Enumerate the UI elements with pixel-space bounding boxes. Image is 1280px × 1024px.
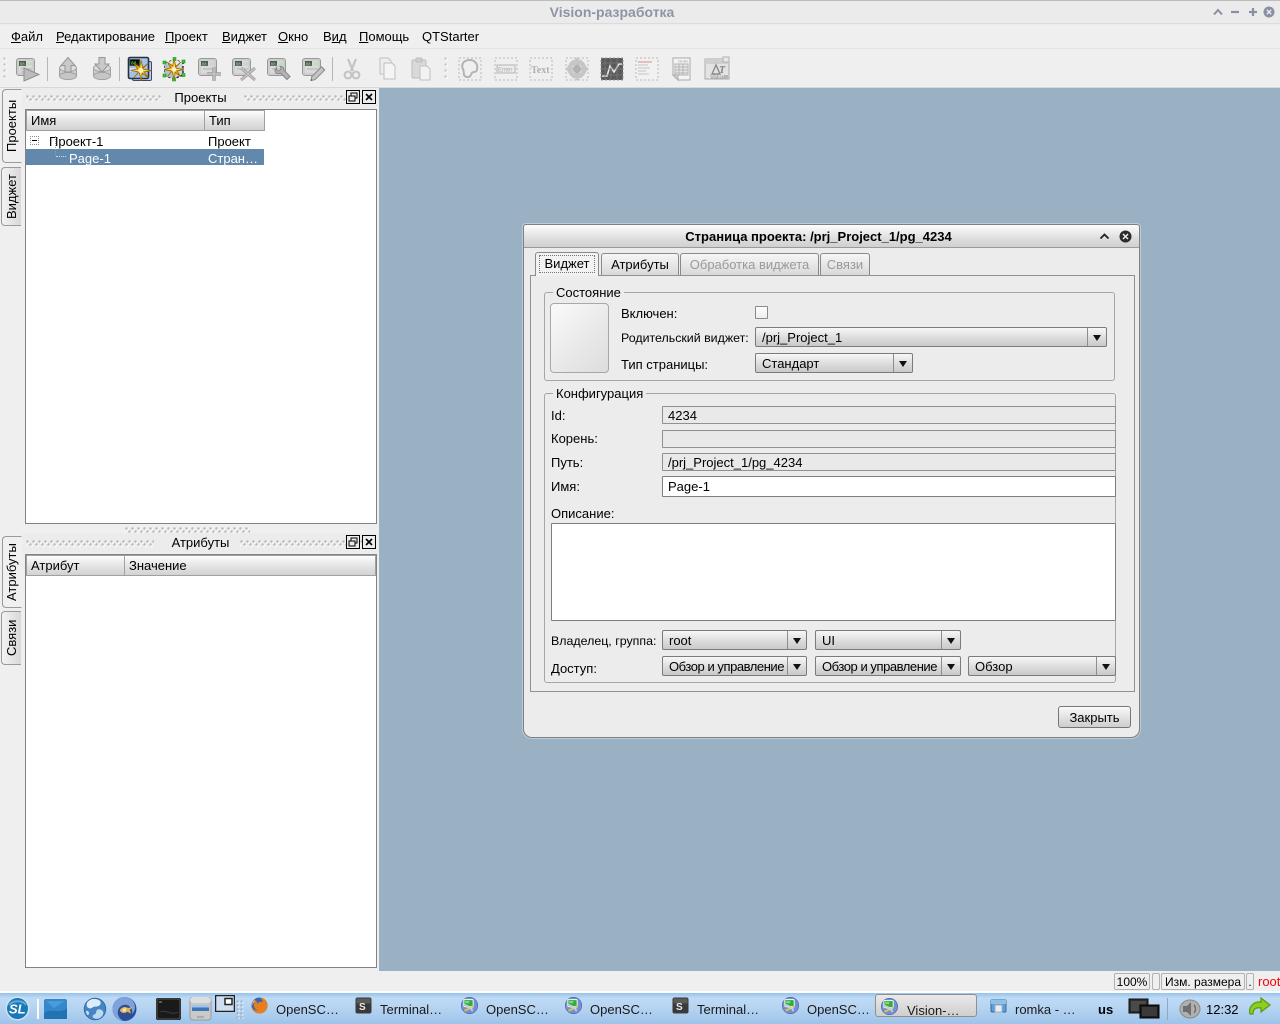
svg-text:Value: Value xyxy=(710,75,726,81)
svg-text:Enter: Enter xyxy=(498,68,512,74)
svg-text:88.90: 88.90 xyxy=(202,63,215,67)
svg-text:88.90: 88.90 xyxy=(236,63,249,67)
svg-text:Order: Order xyxy=(678,59,689,64)
svg-text:S: S xyxy=(676,1002,683,1013)
svg-text:SL: SL xyxy=(9,1002,26,1017)
svg-text:88.90: 88.90 xyxy=(306,63,319,67)
svg-text:S: S xyxy=(359,1002,366,1013)
svg-text:Text: Text xyxy=(531,65,550,76)
svg-text:88.90: 88.90 xyxy=(20,63,33,67)
